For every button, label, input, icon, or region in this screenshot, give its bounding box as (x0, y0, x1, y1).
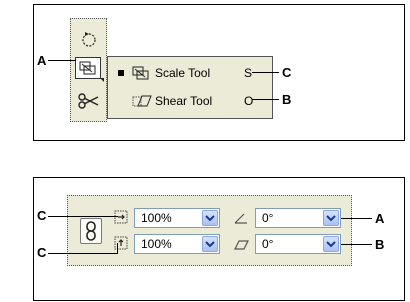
shear-angle-field[interactable]: 0° (255, 234, 341, 254)
callout-a: A (375, 211, 385, 226)
rotate-icon[interactable] (80, 30, 98, 48)
chevron-down-icon[interactable] (323, 210, 339, 226)
callout-line (341, 244, 372, 245)
selected-indicator (118, 70, 124, 76)
rotate-angle-value: 0° (262, 211, 274, 225)
scale-horizontal-icon (114, 210, 128, 229)
callout-line (252, 99, 279, 100)
flyout-item-shear-tool[interactable]: Shear Tool O (108, 90, 272, 112)
flyout-item-label: Scale Tool (155, 66, 211, 80)
scale-tool-icon (79, 61, 96, 75)
callout-b: B (282, 92, 292, 107)
callout-line (48, 253, 118, 254)
flyout-item-label: Shear Tool (155, 94, 213, 108)
callout-line (341, 218, 372, 219)
chain-link-icon (86, 221, 96, 241)
shear-angle-icon (233, 238, 249, 256)
scale-y-field[interactable]: 100% (134, 234, 220, 254)
callout-c-upper: C (37, 208, 47, 223)
callout-line (48, 60, 76, 61)
callout-line (48, 216, 118, 217)
shear-angle-value: 0° (262, 237, 274, 251)
scale-x-field[interactable]: 100% (134, 208, 220, 228)
rotate-angle-field[interactable]: 0° (255, 208, 341, 228)
callout-b: B (375, 237, 385, 252)
chevron-down-icon[interactable] (202, 210, 218, 226)
scale-y-value: 100% (141, 237, 172, 251)
callout-c: C (282, 65, 292, 80)
callout-c-lower: C (37, 245, 47, 260)
constrain-proportions-button[interactable] (80, 218, 102, 244)
tool-flyout-menu: Scale Tool S Shear Tool O (107, 56, 273, 119)
scissors-icon[interactable] (78, 93, 100, 109)
scale-x-value: 100% (141, 211, 172, 225)
tools-panel (70, 18, 107, 122)
flyout-triangle-icon (100, 78, 104, 82)
flyout-item-scale-tool[interactable]: Scale Tool S (108, 62, 272, 84)
shortcut-key: S (244, 66, 253, 80)
shear-tool-icon (132, 94, 152, 111)
shortcut-key: O (244, 94, 254, 108)
callout-line (252, 72, 279, 73)
callout-line (117, 243, 118, 253)
rotate-angle-icon (233, 211, 249, 229)
chevron-down-icon[interactable] (323, 236, 339, 252)
transform-control-bar (67, 195, 352, 266)
scale-tool-button[interactable] (75, 57, 104, 82)
scale-tool-icon (132, 66, 150, 83)
callout-a: A (37, 53, 47, 68)
chevron-down-icon[interactable] (202, 236, 218, 252)
